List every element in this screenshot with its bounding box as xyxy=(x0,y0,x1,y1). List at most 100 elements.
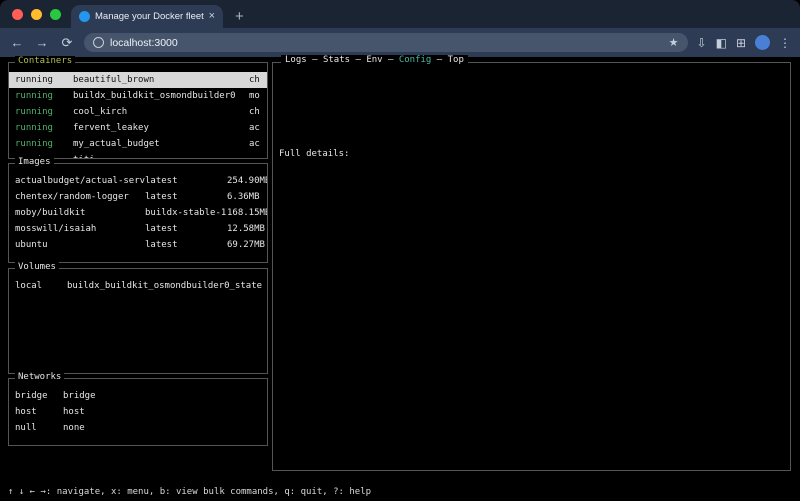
volume-name: buildx_buildkit_osmondbuilder0_state xyxy=(67,278,267,294)
detail-line: Paused: false xyxy=(279,312,784,327)
detail-line: Id: "16798fad3ee5d2f4d72a4c7c35eafd5b5d0… xyxy=(279,177,784,192)
container-row[interactable]: running fervent_leakey ac xyxy=(9,120,267,136)
window-zoom-button[interactable] xyxy=(50,9,61,20)
container-status: running xyxy=(15,72,73,88)
image-tag: buildx-stable-1 xyxy=(145,205,227,221)
image-tag: latest xyxy=(145,221,227,237)
window-close-button[interactable] xyxy=(12,9,23,20)
summary-line: Command:/entrypoint.sh 100 5000 xyxy=(279,117,784,132)
tab-separator: — xyxy=(383,55,399,65)
network-row[interactable]: bridge bridge xyxy=(9,388,267,404)
image-tag: latest xyxy=(145,237,227,253)
window-controls xyxy=(12,0,61,28)
network-name: host xyxy=(15,404,63,420)
container-row[interactable]: running my_actual_budget ac xyxy=(9,136,267,152)
detail-line: OOMKilled: false xyxy=(279,342,784,357)
container-name: my_actual_budget xyxy=(73,136,249,152)
side-panel-icon[interactable]: ◧ xyxy=(716,36,727,50)
container-name: fervent_leakey xyxy=(73,120,249,136)
network-row[interactable]: null none xyxy=(9,420,267,436)
detail-line: Running: true xyxy=(279,297,784,312)
isaiah-terminal-ui: Containers running beautiful_brown ch ru… xyxy=(0,57,800,483)
profile-avatar[interactable] xyxy=(755,35,770,50)
network-driver: host xyxy=(63,404,267,420)
config-summary: ID:16798fad3ee5d2f4d72a4c7c35eafd5b5d040… xyxy=(279,72,784,132)
summary-line: Image:chentex/random-logger:latest xyxy=(279,102,784,117)
container-image: ac xyxy=(249,136,267,152)
image-tag: latest xyxy=(145,173,227,189)
docker-favicon-icon xyxy=(79,11,90,22)
container-name: beautiful_brown xyxy=(73,72,249,88)
network-driver: bridge xyxy=(63,388,267,404)
containers-panel: Containers running beautiful_brown ch ru… xyxy=(8,62,268,159)
volume-row[interactable]: local buildx_buildkit_osmondbuilder0_sta… xyxy=(9,278,267,294)
image-size: 69.27MB xyxy=(227,237,267,253)
inspector-tab[interactable]: Top — xyxy=(448,55,464,65)
image-row[interactable]: chentex/random-logger latest 6.36MB xyxy=(9,189,267,205)
network-driver: none xyxy=(63,420,267,436)
volumes-panel: Volumes local buildx_buildkit_osmondbuil… xyxy=(8,268,268,374)
browser-tab-strip: Manage your Docker fleet w × + xyxy=(0,0,800,28)
image-row[interactable]: moby/buildkit buildx-stable-1 168.15MB xyxy=(9,205,267,221)
full-details-heading: Full details: xyxy=(279,147,784,162)
detail-line: Restarting: false xyxy=(279,327,784,342)
containers-panel-title: Containers xyxy=(15,56,75,66)
site-info-icon[interactable] xyxy=(93,37,104,48)
forward-icon[interactable]: → xyxy=(34,35,50,50)
tab-separator: — xyxy=(350,55,366,65)
networks-panel: Networks bridge bridge host host null xyxy=(8,378,268,446)
container-row[interactable]: running cool_kirch ch xyxy=(9,104,267,120)
image-size: 168.15MB xyxy=(227,205,267,221)
window-minimize-button[interactable] xyxy=(31,9,42,20)
container-status: running xyxy=(15,88,73,104)
config-details: Id: "16798fad3ee5d2f4d72a4c7c35eafd5b5d0… xyxy=(279,177,784,470)
back-icon[interactable]: ← xyxy=(9,35,25,50)
address-bar[interactable]: localhost:3000 ★ xyxy=(84,33,688,52)
container-image: ac xyxy=(249,120,267,136)
browser-menu-icon[interactable]: ⋮ xyxy=(779,36,791,50)
container-image: ch xyxy=(249,72,267,88)
new-tab-button[interactable]: + xyxy=(235,9,244,24)
detail-line: ExitCode: 0 xyxy=(279,387,784,402)
detail-line: Created: "2023-12-10T00:21:41.938158712Z… xyxy=(279,192,784,207)
container-status: running xyxy=(15,104,73,120)
container-name: buildx_buildkit_osmondbuilder0 xyxy=(73,88,249,104)
networks-list: bridge bridge host host null none xyxy=(9,379,267,445)
network-name: null xyxy=(15,420,63,436)
url-text[interactable]: localhost:3000 xyxy=(110,37,663,49)
inspector-tab[interactable]: Config — xyxy=(399,55,448,65)
detail-line: Args: xyxy=(279,222,784,237)
container-status: running xyxy=(15,136,73,152)
browser-window: Manage your Docker fleet w × + ← → ⟳ loc… xyxy=(0,0,800,501)
browser-tab[interactable]: Manage your Docker fleet w × xyxy=(71,5,223,28)
inspector-tab[interactable]: Env — xyxy=(366,55,399,65)
image-row[interactable]: mosswill/isaiah latest 12.58MB xyxy=(9,221,267,237)
inspector-tab[interactable]: Logs — xyxy=(285,55,323,65)
inspector-tabs: Logs — Stats — Env — Config xyxy=(281,55,468,65)
detail-line: Pid: 47575 xyxy=(279,372,784,387)
image-tag: latest xyxy=(145,189,227,205)
detail-line: - "5000" xyxy=(279,252,784,267)
bookmark-star-icon[interactable]: ★ xyxy=(669,36,679,49)
container-name: titi xyxy=(73,152,249,158)
images-panel-title: Images xyxy=(15,157,54,167)
network-name: bridge xyxy=(15,388,63,404)
inspector-panel: Logs — Stats — Env — Config xyxy=(272,62,791,471)
image-name: ubuntu xyxy=(15,237,145,253)
reload-icon[interactable]: ⟳ xyxy=(59,35,75,51)
summary-line: Name:beautiful_brown xyxy=(279,87,784,102)
volumes-list: local buildx_buildkit_osmondbuilder0_sta… xyxy=(9,269,267,373)
downloads-icon[interactable]: ⇩ xyxy=(697,36,707,50)
image-size: 254.90MB xyxy=(227,173,267,189)
container-row[interactable]: running beautiful_brown ch xyxy=(9,72,267,88)
extensions-icon[interactable]: ⊞ xyxy=(736,36,746,50)
image-size: 6.36MB xyxy=(227,189,267,205)
container-row[interactable]: running buildx_buildkit_osmondbuilder0 m… xyxy=(9,88,267,104)
image-row[interactable]: ubuntu latest 69.27MB xyxy=(9,237,267,253)
tab-close-icon[interactable]: × xyxy=(209,11,215,22)
network-row[interactable]: host host xyxy=(9,404,267,420)
inspector-tab[interactable]: Stats — xyxy=(323,55,366,65)
image-name: actualbudget/actual-server xyxy=(15,173,145,189)
image-row[interactable]: actualbudget/actual-server latest 254.90… xyxy=(9,173,267,189)
detail-line: ResolvConfPath: "/var/lib/docker/contain… xyxy=(279,462,784,470)
